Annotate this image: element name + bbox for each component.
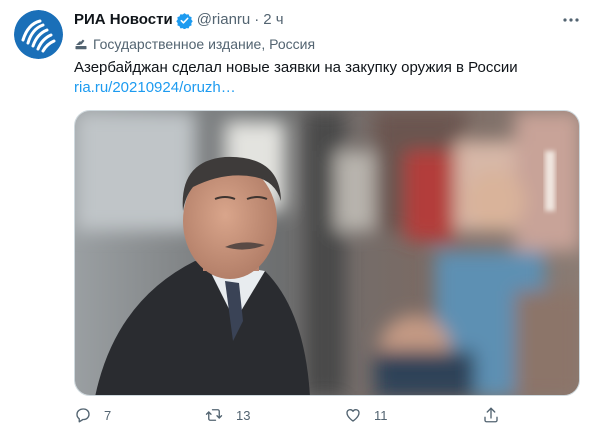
retweet-icon — [205, 409, 223, 421]
like-icon — [346, 409, 360, 422]
ria-logo-icon — [14, 10, 63, 59]
share-button[interactable] — [482, 403, 500, 427]
retweet-button[interactable]: 13 — [204, 403, 250, 427]
separator-dot: · — [254, 11, 260, 28]
state-media-label[interactable]: Государственное издание, Россия — [74, 35, 315, 53]
tweet-media-image[interactable] — [74, 110, 580, 396]
author-handle[interactable]: @rianru — [197, 11, 251, 29]
tweet[interactable]: РИА Новости @rianru · 2 ч Государственно… — [0, 0, 603, 431]
affiliation-text: Государственное издание, Россия — [93, 36, 316, 52]
tweet-header: РИА Новости @rianru · 2 ч — [74, 11, 284, 29]
reply-button[interactable]: 7 — [74, 403, 111, 427]
more-options-button[interactable] — [560, 10, 582, 30]
tweet-actions: 7 13 11 — [74, 403, 514, 427]
share-icon — [484, 407, 498, 423]
reply-count: 7 — [104, 407, 112, 423]
tweet-link[interactable]: ria.ru/20210924/oruzh… — [74, 78, 236, 98]
tweet-text: Азербайджан сделал новые заявки на закуп… — [74, 58, 584, 98]
like-count: 11 — [374, 407, 388, 423]
more-options-icon — [563, 18, 579, 22]
reply-icon — [76, 408, 90, 423]
like-button[interactable]: 11 — [344, 403, 388, 427]
state-media-icon — [75, 39, 87, 50]
retweet-count: 13 — [236, 407, 251, 423]
tweet-body: Азербайджан сделал новые заявки на закуп… — [74, 59, 518, 76]
verified-badge-icon — [175, 12, 193, 29]
tweet-timestamp[interactable]: 2 ч — [263, 11, 283, 29]
avatar[interactable] — [14, 10, 63, 59]
photo — [75, 111, 579, 395]
author-display-name[interactable]: РИА Новости — [74, 11, 173, 29]
